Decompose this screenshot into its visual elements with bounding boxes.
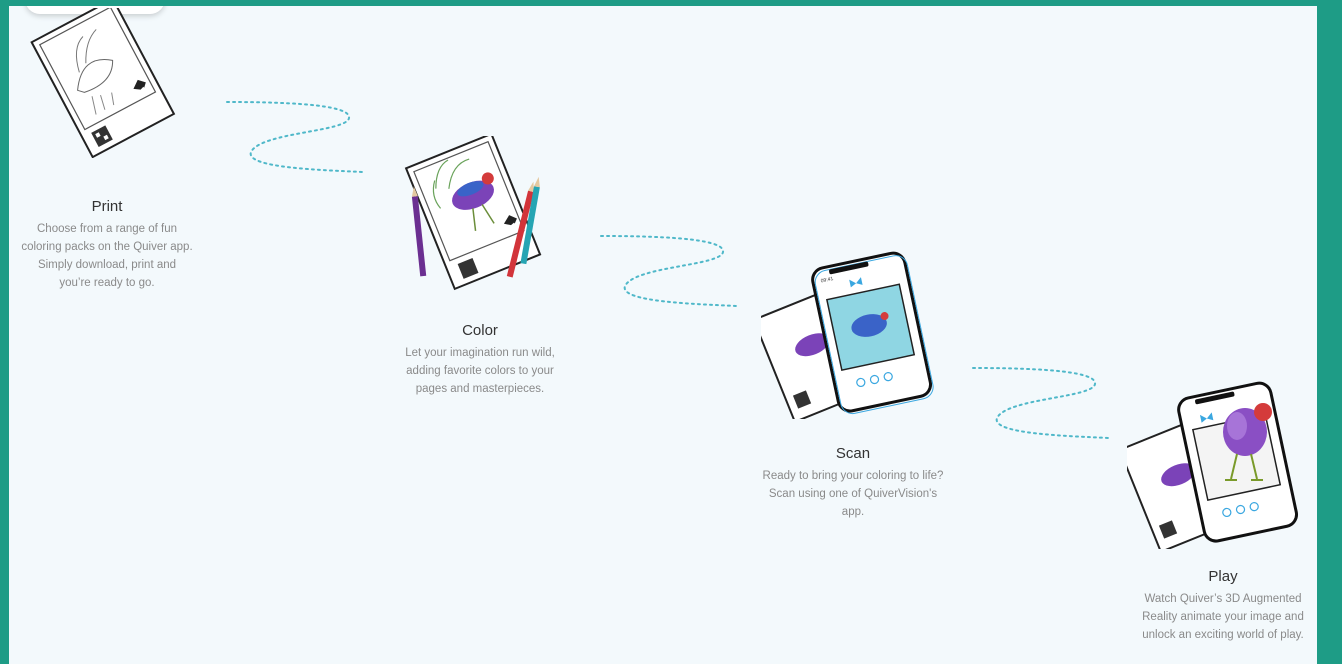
step-scan: Scan Ready to bring your coloring to lif… — [761, 445, 945, 521]
step-title: Scan — [835, 445, 871, 462]
step-play: Play Watch Quiver’s 3D Augmented Reality… — [1133, 568, 1313, 644]
squiggle-connector-2 — [600, 235, 738, 307]
step-color: Color Let your imagination run wild, add… — [395, 322, 565, 398]
step-title: Color — [462, 322, 498, 339]
step-description: Watch Quiver’s 3D Augmented Reality anim… — [1142, 593, 1304, 641]
step-title: Play — [1208, 568, 1238, 585]
step-print: Print Choose from a range of fun colorin… — [21, 198, 193, 292]
step-title: Print — [91, 198, 123, 215]
play-illustration — [1127, 381, 1299, 549]
step-description: Let your imagination run wild, adding fa… — [405, 347, 555, 395]
scan-illustration: 09:41 — [761, 251, 934, 419]
color-illustration — [404, 136, 542, 291]
print-illustration — [30, 8, 176, 158]
step-description: Ready to bring your coloring to life? Sc… — [762, 470, 944, 518]
squiggle-connector-3 — [972, 367, 1110, 439]
squiggle-connector-1 — [226, 101, 364, 173]
how-it-works-panel: 09:41 Print Choose from a range of fun c… — [9, 6, 1317, 664]
step-description: Choose from a range of fun coloring pack… — [21, 223, 193, 289]
